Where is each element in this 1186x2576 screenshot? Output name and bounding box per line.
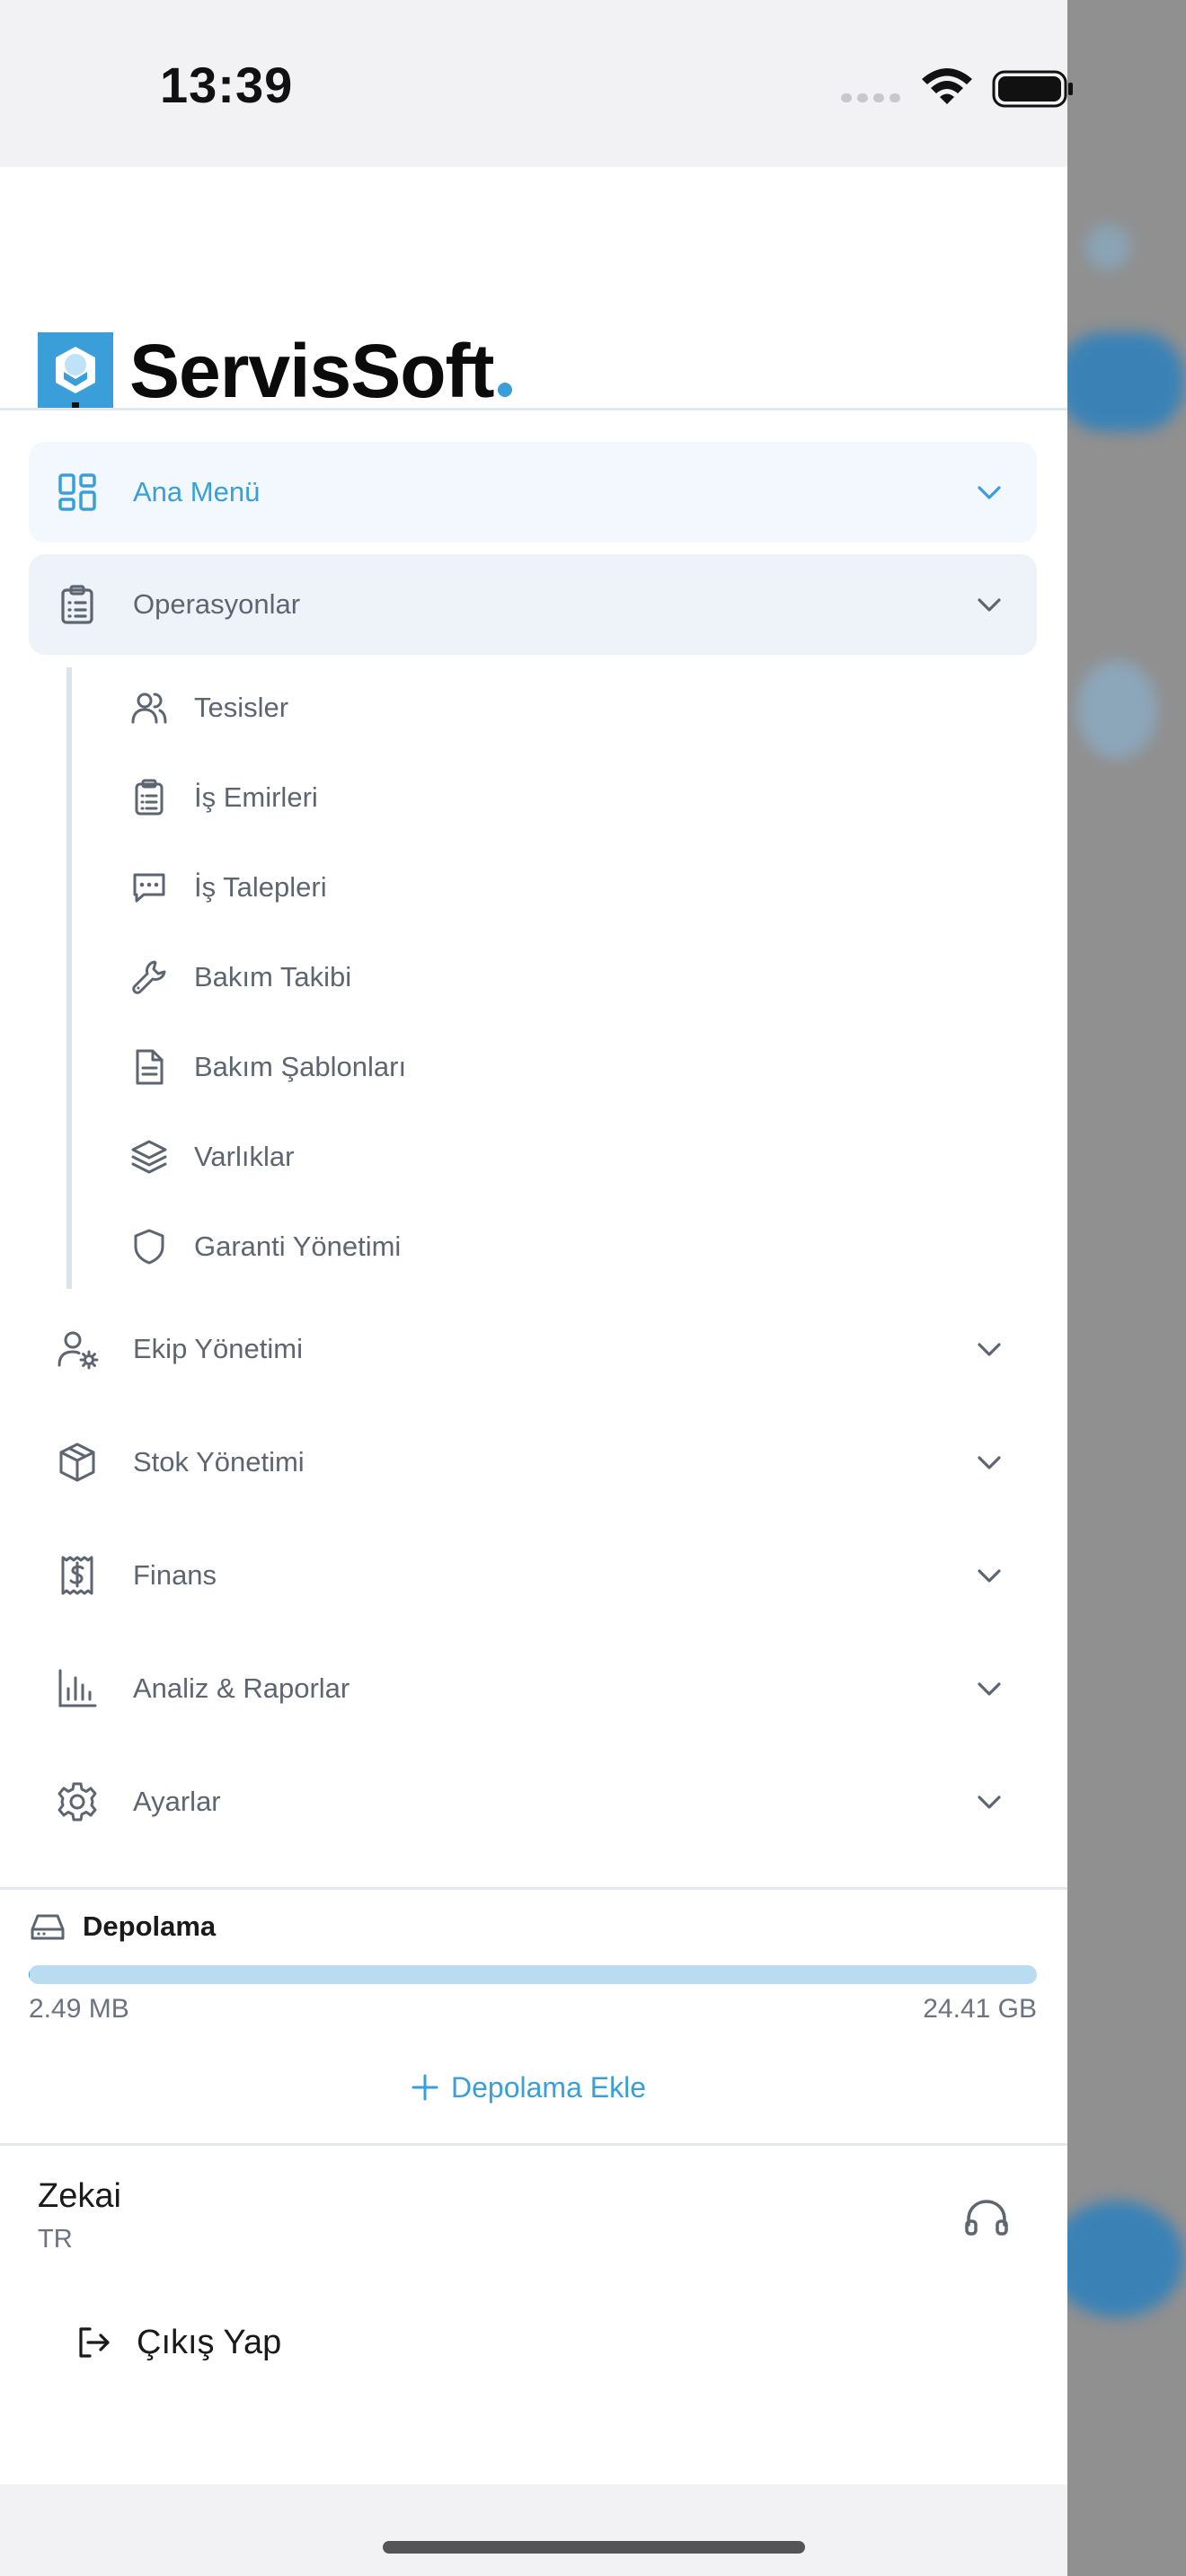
menu-item-team[interactable]: Ekip Yönetimi [29,1299,1037,1399]
submenu-item-work-requests[interactable]: İş Talepleri [126,851,755,923]
chevron-down-icon [978,486,1001,499]
menu-item-finance[interactable]: Finans [29,1525,1037,1626]
logout-label: Çıkış Yap [137,2323,282,2361]
background-blob [1085,225,1130,269]
chevron-down-icon [978,598,1001,612]
divider [0,1887,1067,1890]
menu-item-label: Ayarlar [133,1786,221,1817]
brand-mark-icon [38,332,113,410]
clipboard-list-icon [135,779,164,816]
wrench-icon [132,960,166,994]
status-icons [836,59,1075,118]
gear-icon [58,1782,97,1822]
receipt-icon [61,1556,93,1595]
logout-icon [79,2327,110,2358]
menu-item-label: Stok Yönetimi [133,1446,305,1478]
background-app [1067,0,1186,2576]
menu-item-operations[interactable]: Operasyonlar [29,554,1037,655]
user-name: Zekai [38,2177,121,2215]
layers-icon [131,1140,167,1174]
shield-icon [134,1229,164,1265]
menu-item-main[interactable]: Ana Menü [29,442,1037,543]
bottom-safe-area [0,2484,1067,2576]
storage-used: 2.49 MB [29,1994,129,2024]
add-storage-button[interactable]: Depolama Ekle [410,2066,646,2109]
submenu-item-label: İş Talepleri [194,871,327,903]
dashboard-icon [58,473,96,511]
submenu-item-maintenance-tracking[interactable]: Bakım Takibi [126,941,755,1013]
divider [0,2143,1067,2146]
message-icon [133,873,165,903]
navigation-drawer: 13:39 ServisSoft Ana Menü Operasyonlar T… [0,0,1073,2576]
plus-icon [412,2074,438,2101]
status-bar: 13:39 [0,0,1073,167]
bar-chart-icon [58,1669,97,1707]
home-indicator [383,2541,805,2554]
user-cog-icon [58,1331,99,1370]
user-locale: TR [38,2225,73,2254]
submenu-item-facilities[interactable]: Tesisler [126,672,755,744]
storage-header: Depolama [29,1907,216,1946]
signal-icon [841,93,900,102]
hard-drive-icon [31,1914,65,1940]
battery-icon [992,70,1073,108]
brand-dot [497,383,512,397]
users-icon [131,693,167,724]
background-blob [1067,332,1184,431]
menu-item-main-label: Ana Menü [133,476,261,507]
storage-title: Depolama [83,1910,217,1942]
menu-item-analytics[interactable]: Analiz & Raporlar [29,1638,1037,1739]
storage-progress-bar [29,1965,1037,1984]
storage-total: 24.41 GB [923,1994,1037,2024]
submenu-item-label: Tesisler [194,692,289,723]
logout-button[interactable]: Çıkış Yap [75,2317,281,2368]
menu-item-settings[interactable]: Ayarlar [29,1751,1037,1852]
chevron-down-icon [978,1682,1001,1696]
submenu-item-work-orders[interactable]: İş Emirleri [126,762,755,834]
menu-item-label: Finans [133,1559,217,1591]
chevron-down-icon [978,1456,1001,1469]
submenu-item-label: İş Emirleri [194,781,318,813]
document-icon [136,1049,164,1085]
chevron-down-icon [978,1795,1001,1809]
submenu-item-maintenance-templates[interactable]: Bakım Şablonları [126,1031,755,1103]
submenu-item-label: Bakım Takibi [194,961,352,992]
menu-item-label: Ekip Yönetimi [133,1333,303,1364]
brand-logo: ServisSoft [38,332,512,410]
add-storage-label: Depolama Ekle [451,2070,646,2104]
status-time: 13:39 [160,57,294,113]
clipboard-list-icon [61,585,93,624]
background-blob [1067,2201,1184,2317]
chevron-down-icon [978,1569,1001,1583]
submenu-guide-line [66,667,72,1289]
submenu-item-label: Varlıklar [194,1141,295,1172]
menu-item-operations-label: Operasyonlar [133,588,301,620]
support-headset-icon[interactable] [961,2194,1012,2245]
menu-item-stock[interactable]: Stok Yönetimi [29,1412,1037,1513]
background-blob [1076,660,1157,759]
submenu-item-label: Garanti Yönetimi [194,1231,402,1262]
submenu-item-label: Bakım Şablonları [194,1051,407,1082]
submenu-item-assets[interactable]: Varlıklar [126,1121,755,1193]
chevron-down-icon [978,1343,1001,1356]
brand-name: ServisSoft [129,332,512,410]
package-icon [59,1442,95,1482]
menu-item-label: Analiz & Raporlar [133,1672,350,1704]
submenu-item-warranty[interactable]: Garanti Yönetimi [126,1211,755,1283]
wifi-icon [922,68,972,104]
divider [0,408,1067,410]
